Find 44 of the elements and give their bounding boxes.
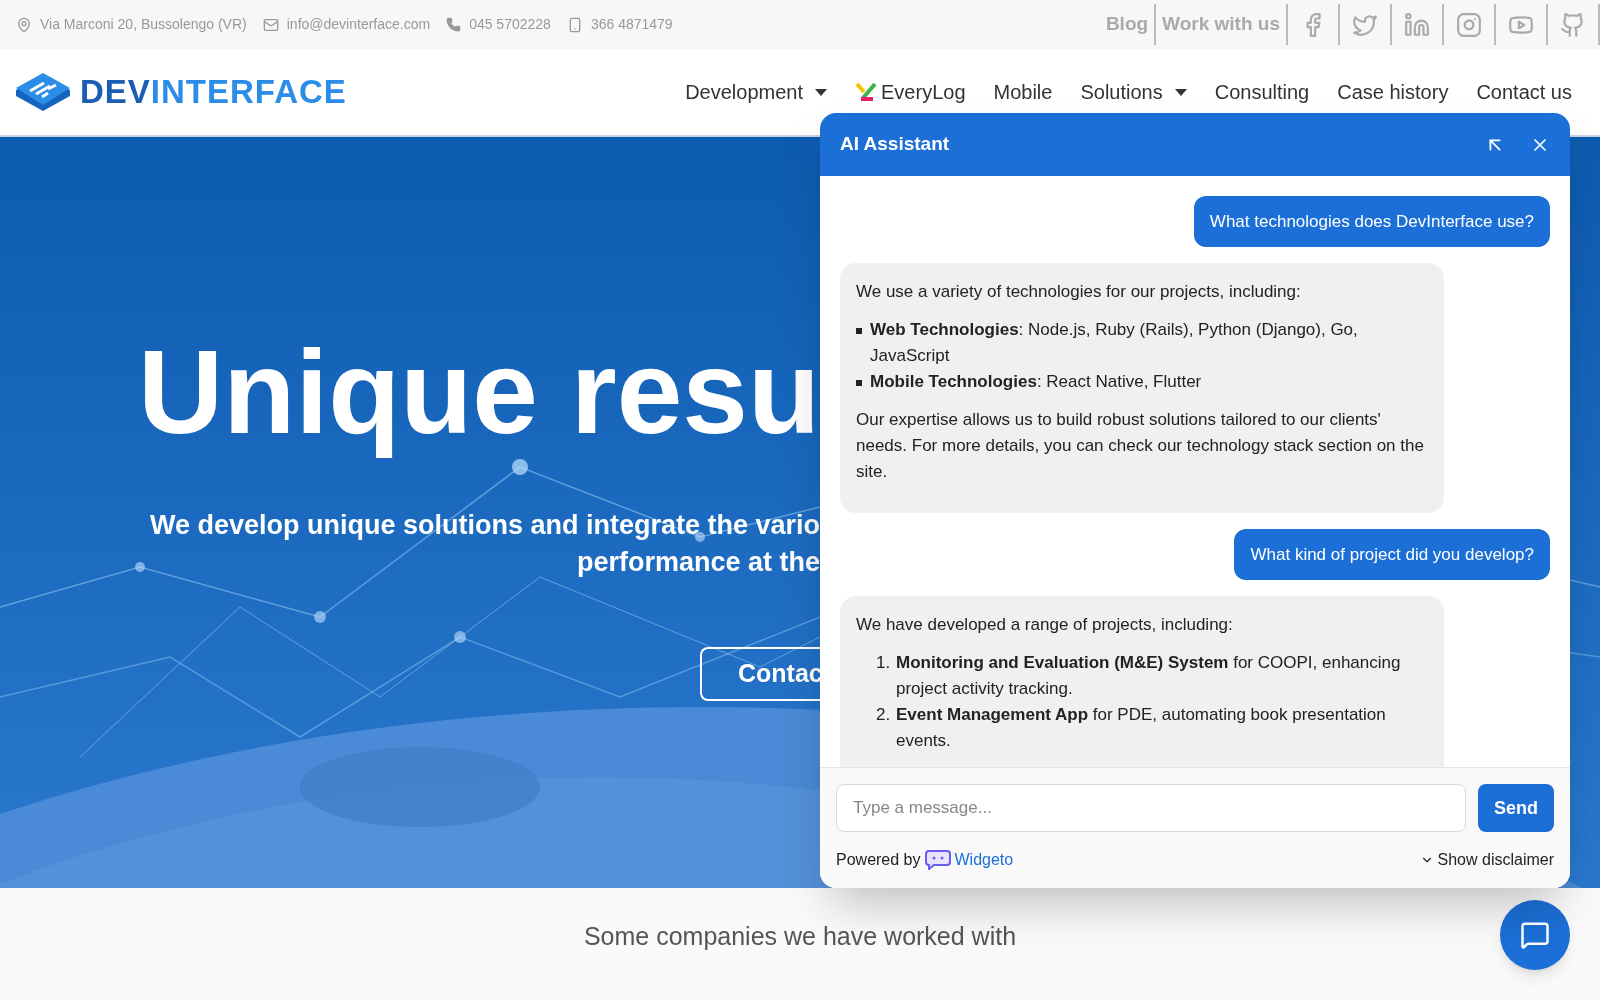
list-item-text: Web Technologies: Node.js, Ruby (Rails), Python (Django), Go, JavaScript: [870, 319, 1359, 367]
nav-link[interactable]: Mobile: [993, 77, 1053, 107]
message-input[interactable]: Type a message...: [836, 784, 1466, 832]
nav-link[interactable]: Solutions: [1080, 77, 1187, 107]
chat-bubble-icon: [924, 850, 951, 870]
phone-icon: [446, 17, 462, 32]
nav-link[interactable]: Contact us: [1476, 77, 1572, 107]
caret-icon: [1174, 88, 1187, 96]
show-disclaimer-button[interactable]: Show disclaimer: [1419, 848, 1554, 872]
list-number: 2.: [876, 704, 892, 726]
github-icon[interactable]: [1560, 11, 1586, 38]
powered-by-text: Powered by: [836, 850, 921, 870]
user-message: What kind of project did you develop?: [1234, 529, 1550, 580]
chat-icon: [1520, 920, 1550, 950]
list-item-text: Monitoring and Evaluation (M&E) System for COOPI, enhancing project activity tracking.: [896, 652, 1402, 700]
message-text: We have developed a range of projects, including:: [856, 614, 1234, 636]
nav-link[interactable]: Case history: [1337, 77, 1449, 107]
location-pin-icon: [16, 16, 32, 33]
list-item-text: Event Management App for PDE, automating book presentation events.: [896, 704, 1387, 752]
hero-title: Unique resu: [138, 327, 820, 457]
section-heading: Some companies we have worked with: [583, 921, 1017, 952]
send-button[interactable]: Send: [1478, 784, 1554, 832]
message-text: Our expertise allows us to build robust solutions tailored to our clients' needs. For more details, you can check our technology stack section on the site.: [856, 409, 1425, 483]
hero-subtitle: We develop unique solutions and integrate the vario: [149, 509, 820, 542]
logo-icon: [14, 71, 72, 113]
widgeto-link[interactable]: Widgeto: [954, 848, 1014, 872]
instagram-icon[interactable]: [1456, 11, 1482, 38]
nav-link[interactable]: EveryLog: [855, 77, 966, 107]
caret-icon: [815, 88, 827, 96]
list-number: 1.: [876, 652, 892, 674]
linkedin-icon[interactable]: [1404, 11, 1430, 38]
address-text: Via Marconi 20, Bussolengo (VR): [40, 15, 247, 34]
mail-icon: [262, 16, 279, 33]
message-text: We use a variety of technologies for our projects, including:: [856, 281, 1302, 303]
bullet-icon: [856, 328, 862, 334]
hero-subtitle: performance at the: [576, 546, 820, 579]
user-message: What technologies does DevInterface use?: [1193, 196, 1550, 247]
logo-text: DEVINTERFACE: [80, 72, 347, 113]
list-item-text: Mobile Technologies: React Native, Flutter: [870, 371, 1202, 393]
nav-link[interactable]: Development: [685, 77, 827, 107]
nav-link[interactable]: Consulting: [1214, 77, 1310, 107]
chat-title: AI Assistant: [840, 132, 950, 157]
brand-logo-icon: [855, 82, 877, 102]
bullet-icon: [856, 380, 862, 386]
